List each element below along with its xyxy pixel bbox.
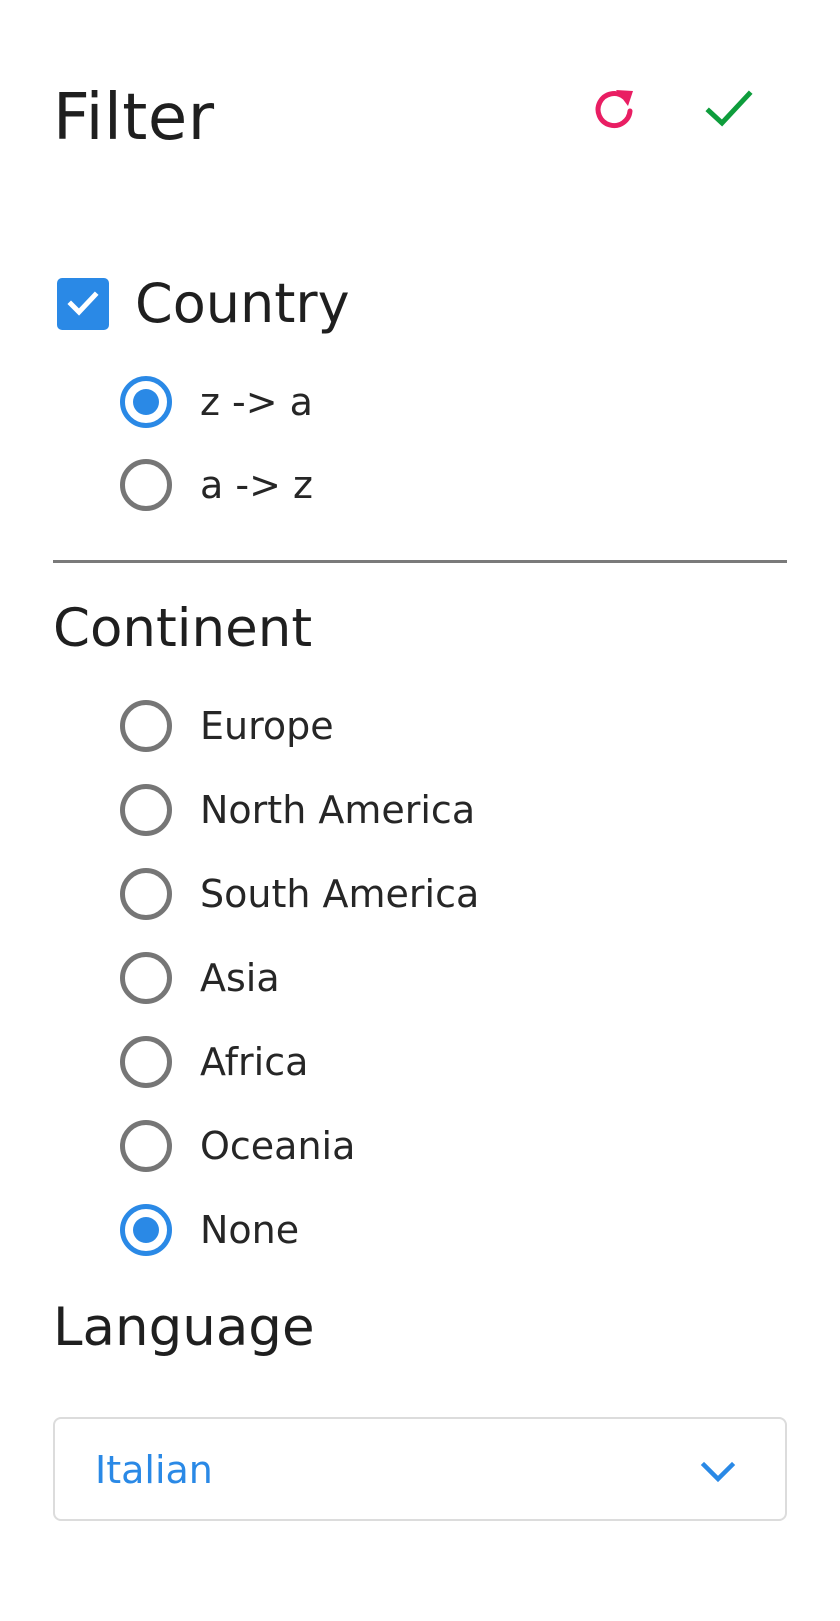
checkmark-icon <box>67 291 99 316</box>
country-checkbox-row[interactable]: Country <box>57 268 350 340</box>
apply-button[interactable] <box>697 77 761 141</box>
radio-button[interactable] <box>120 376 172 428</box>
radio-label: North America <box>200 788 476 832</box>
continent-option-south-america[interactable]: South America <box>120 866 479 922</box>
radio-label: Africa <box>200 1040 309 1084</box>
reset-button[interactable] <box>582 77 646 141</box>
radio-label: South America <box>200 872 480 916</box>
continent-option-africa[interactable]: Africa <box>120 1034 308 1090</box>
country-label: Country <box>135 272 350 335</box>
radio-label: None <box>200 1208 300 1252</box>
language-select[interactable]: Italian <box>53 1417 787 1521</box>
page-title: Filter <box>53 81 215 155</box>
language-select-value: Italian <box>95 1448 213 1492</box>
radio-button[interactable] <box>120 459 172 511</box>
radio-button[interactable] <box>120 1204 172 1256</box>
check-icon <box>705 90 753 127</box>
sort-option-a-z[interactable]: a -> z <box>120 457 313 513</box>
radio-button[interactable] <box>120 700 172 752</box>
radio-label: Oceania <box>200 1124 356 1168</box>
filter-screen: Filter Country z -> a a -> z Continent E… <box>0 0 840 1621</box>
continent-option-europe[interactable]: Europe <box>120 698 334 754</box>
continent-title: Continent <box>53 598 313 659</box>
country-checkbox[interactable] <box>57 278 109 330</box>
refresh-icon <box>595 90 633 129</box>
language-title: Language <box>53 1297 315 1358</box>
sort-option-z-a[interactable]: z -> a <box>120 374 313 430</box>
radio-button[interactable] <box>120 868 172 920</box>
radio-label: Asia <box>200 956 280 1000</box>
radio-button[interactable] <box>120 784 172 836</box>
continent-option-north-america[interactable]: North America <box>120 782 475 838</box>
divider <box>53 560 787 563</box>
radio-button[interactable] <box>120 952 172 1004</box>
continent-option-asia[interactable]: Asia <box>120 950 280 1006</box>
radio-dot <box>133 389 159 415</box>
radio-dot <box>133 1217 159 1243</box>
radio-label: a -> z <box>200 463 313 507</box>
chevron-down-icon <box>700 1461 736 1483</box>
radio-button[interactable] <box>120 1036 172 1088</box>
radio-label: z -> a <box>200 380 313 424</box>
radio-button[interactable] <box>120 1120 172 1172</box>
continent-option-none[interactable]: None <box>120 1202 299 1258</box>
continent-option-oceania[interactable]: Oceania <box>120 1118 355 1174</box>
radio-label: Europe <box>200 704 334 748</box>
